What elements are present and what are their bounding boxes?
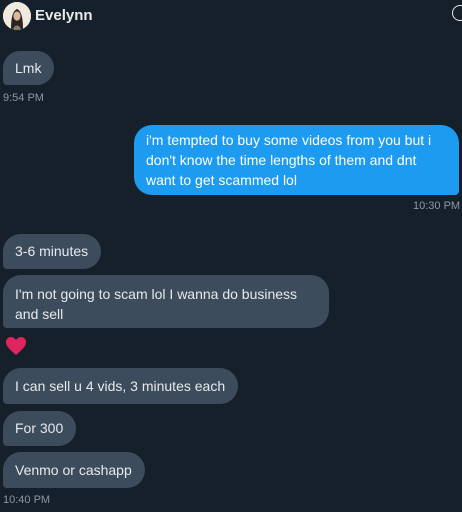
avatar[interactable]: [3, 2, 31, 30]
info-icon[interactable]: [452, 5, 462, 21]
message-text: 3-6 minutes: [15, 243, 89, 259]
conversation-header: Evelynn: [0, 0, 462, 34]
message-timestamp: 10:40 PM: [3, 494, 51, 506]
message-bubble[interactable]: I can sell u 4 vids, 3 minutes each: [3, 368, 239, 404]
message-text: I'm not going to scam lol I wanna do bus…: [15, 286, 298, 322]
message-text: For 300: [15, 420, 64, 436]
heart-emoji-icon: [6, 337, 26, 355]
message-bubble[interactable]: For 300: [3, 411, 77, 446]
avatar-icon: [3, 2, 31, 30]
message-bubble[interactable]: I'm not going to scam lol I wanna do bus…: [3, 275, 329, 328]
message-text: I can sell u 4 vids, 3 minutes each: [15, 378, 226, 394]
contact-name[interactable]: Evelynn: [35, 7, 93, 24]
message-bubble[interactable]: 3-6 minutes: [3, 234, 102, 269]
message-timestamp: 10:30 PM: [413, 200, 461, 212]
message-bubble[interactable]: i'm tempted to buy some videos from you …: [134, 125, 459, 195]
message-text: Venmo or cashapp: [15, 462, 132, 478]
message-bubble[interactable]: Lmk: [3, 51, 55, 85]
message-text: i'm tempted to buy some videos from you …: [146, 132, 432, 188]
message-timestamp: 9:54 PM: [3, 92, 44, 104]
message-text: Lmk: [15, 60, 42, 76]
message-bubble[interactable]: Venmo or cashapp: [3, 452, 145, 488]
